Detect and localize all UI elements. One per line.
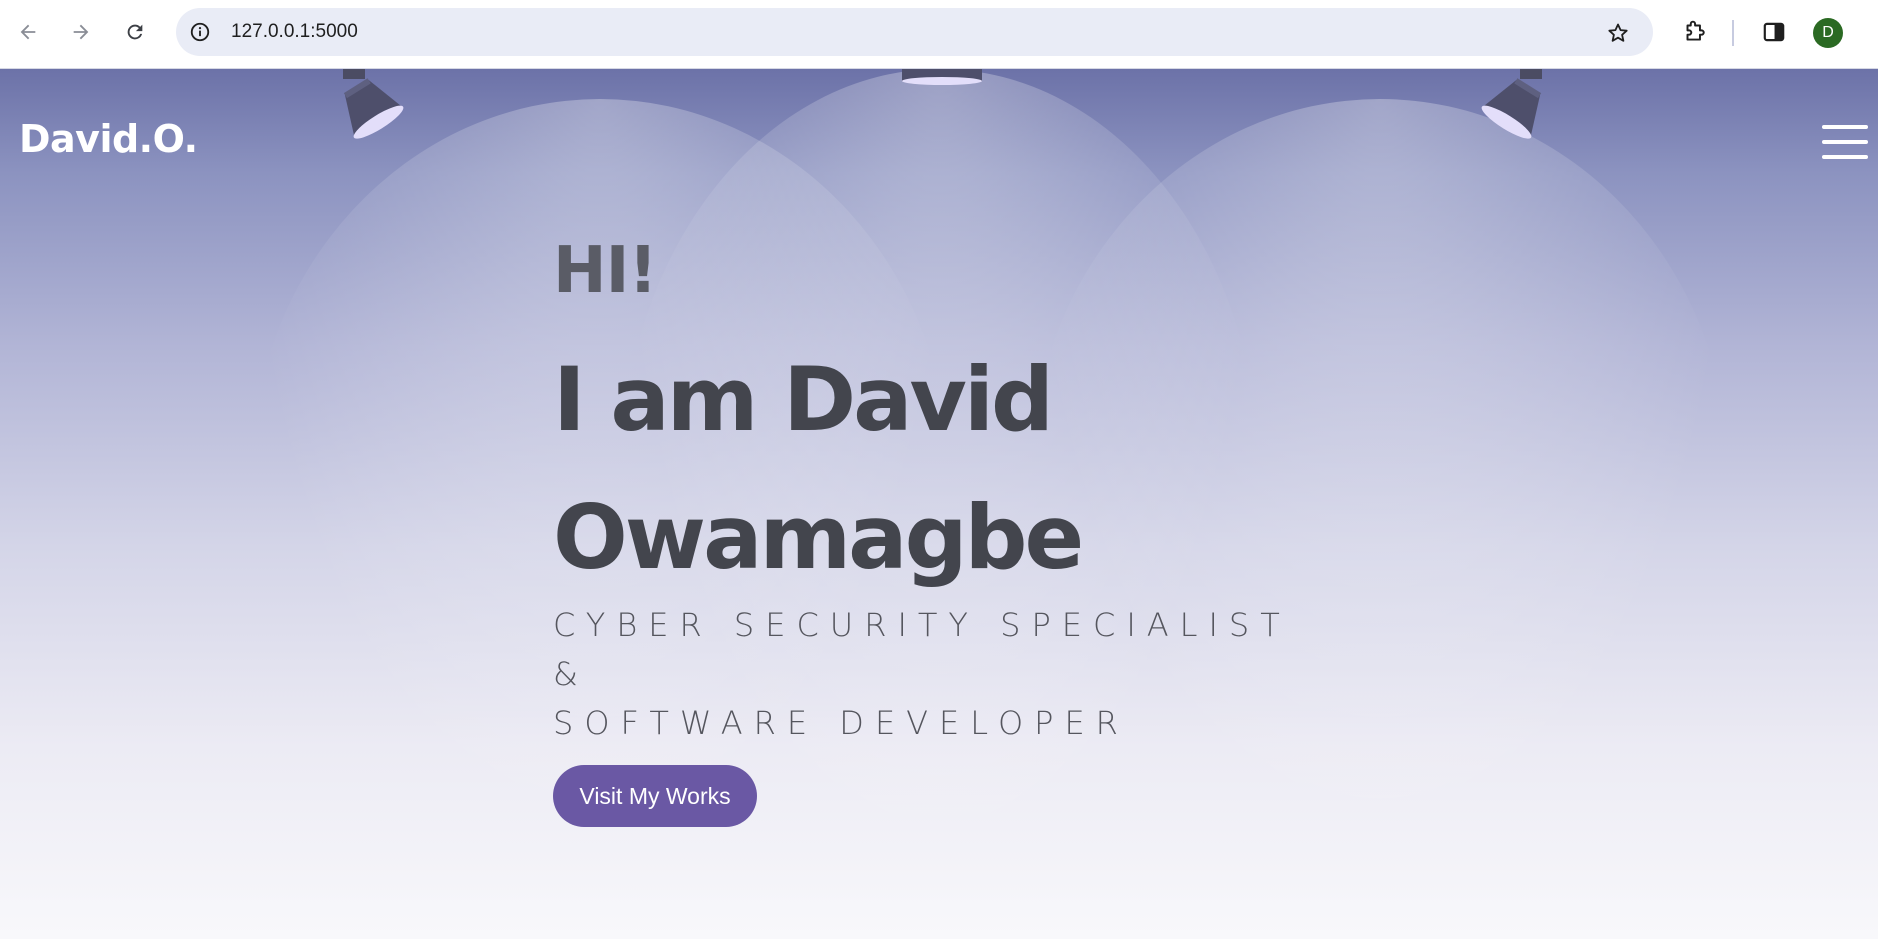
side-panel-icon — [1763, 22, 1785, 42]
hero-section: David.O. HI! I am David Owamagbe CYBER S… — [0, 69, 1878, 939]
hero-name-line-2: Owamagbe — [553, 486, 1084, 589]
spotlight-lamp-icon — [343, 69, 404, 139]
url-text[interactable]: 127.0.0.1:5000 — [231, 21, 358, 43]
address-bar[interactable]: 127.0.0.1:5000 — [176, 8, 1653, 56]
info-icon — [190, 22, 210, 42]
menu-bar — [1822, 155, 1868, 159]
hero-name-line-1: I am David — [553, 348, 1054, 451]
site-info-button[interactable] — [188, 20, 212, 44]
reload-button[interactable] — [117, 14, 153, 50]
hero-subtitle: CYBER SECURITY SPECIALIST & SOFTWARE DEV… — [553, 601, 1313, 748]
star-icon — [1608, 23, 1628, 42]
menu-bar — [1822, 140, 1868, 144]
profile-avatar[interactable]: D — [1813, 18, 1843, 48]
spotlight-lamp-icon — [1481, 69, 1542, 139]
spotlight-lamp-icon — [902, 69, 982, 85]
browser-toolbar: 127.0.0.1:5000 D — [0, 0, 1878, 69]
site-logo[interactable]: David.O. — [19, 117, 198, 161]
hero-subtitle-line-1: CYBER SECURITY SPECIALIST & — [553, 606, 1291, 693]
hamburger-menu-icon[interactable] — [1822, 125, 1868, 161]
arrow-right-icon — [73, 24, 89, 40]
menu-bar — [1822, 125, 1868, 129]
puzzle-icon — [1686, 20, 1705, 41]
visit-my-works-button[interactable]: Visit My Works — [553, 765, 757, 827]
arrow-left-icon — [20, 24, 36, 40]
toolbar-divider — [1732, 20, 1734, 46]
hero-content: HI! I am David Owamagbe CYBER SECURITY S… — [553, 239, 1453, 748]
extensions-button[interactable] — [1676, 14, 1712, 50]
side-panel-button[interactable] — [1756, 14, 1792, 50]
reload-icon — [127, 24, 143, 40]
hero-greeting: HI! — [553, 234, 658, 308]
bookmark-button[interactable] — [1605, 20, 1631, 46]
forward-button[interactable] — [63, 14, 99, 50]
hero-subtitle-line-2: SOFTWARE DEVELOPER — [553, 704, 1129, 742]
back-button[interactable] — [10, 14, 46, 50]
